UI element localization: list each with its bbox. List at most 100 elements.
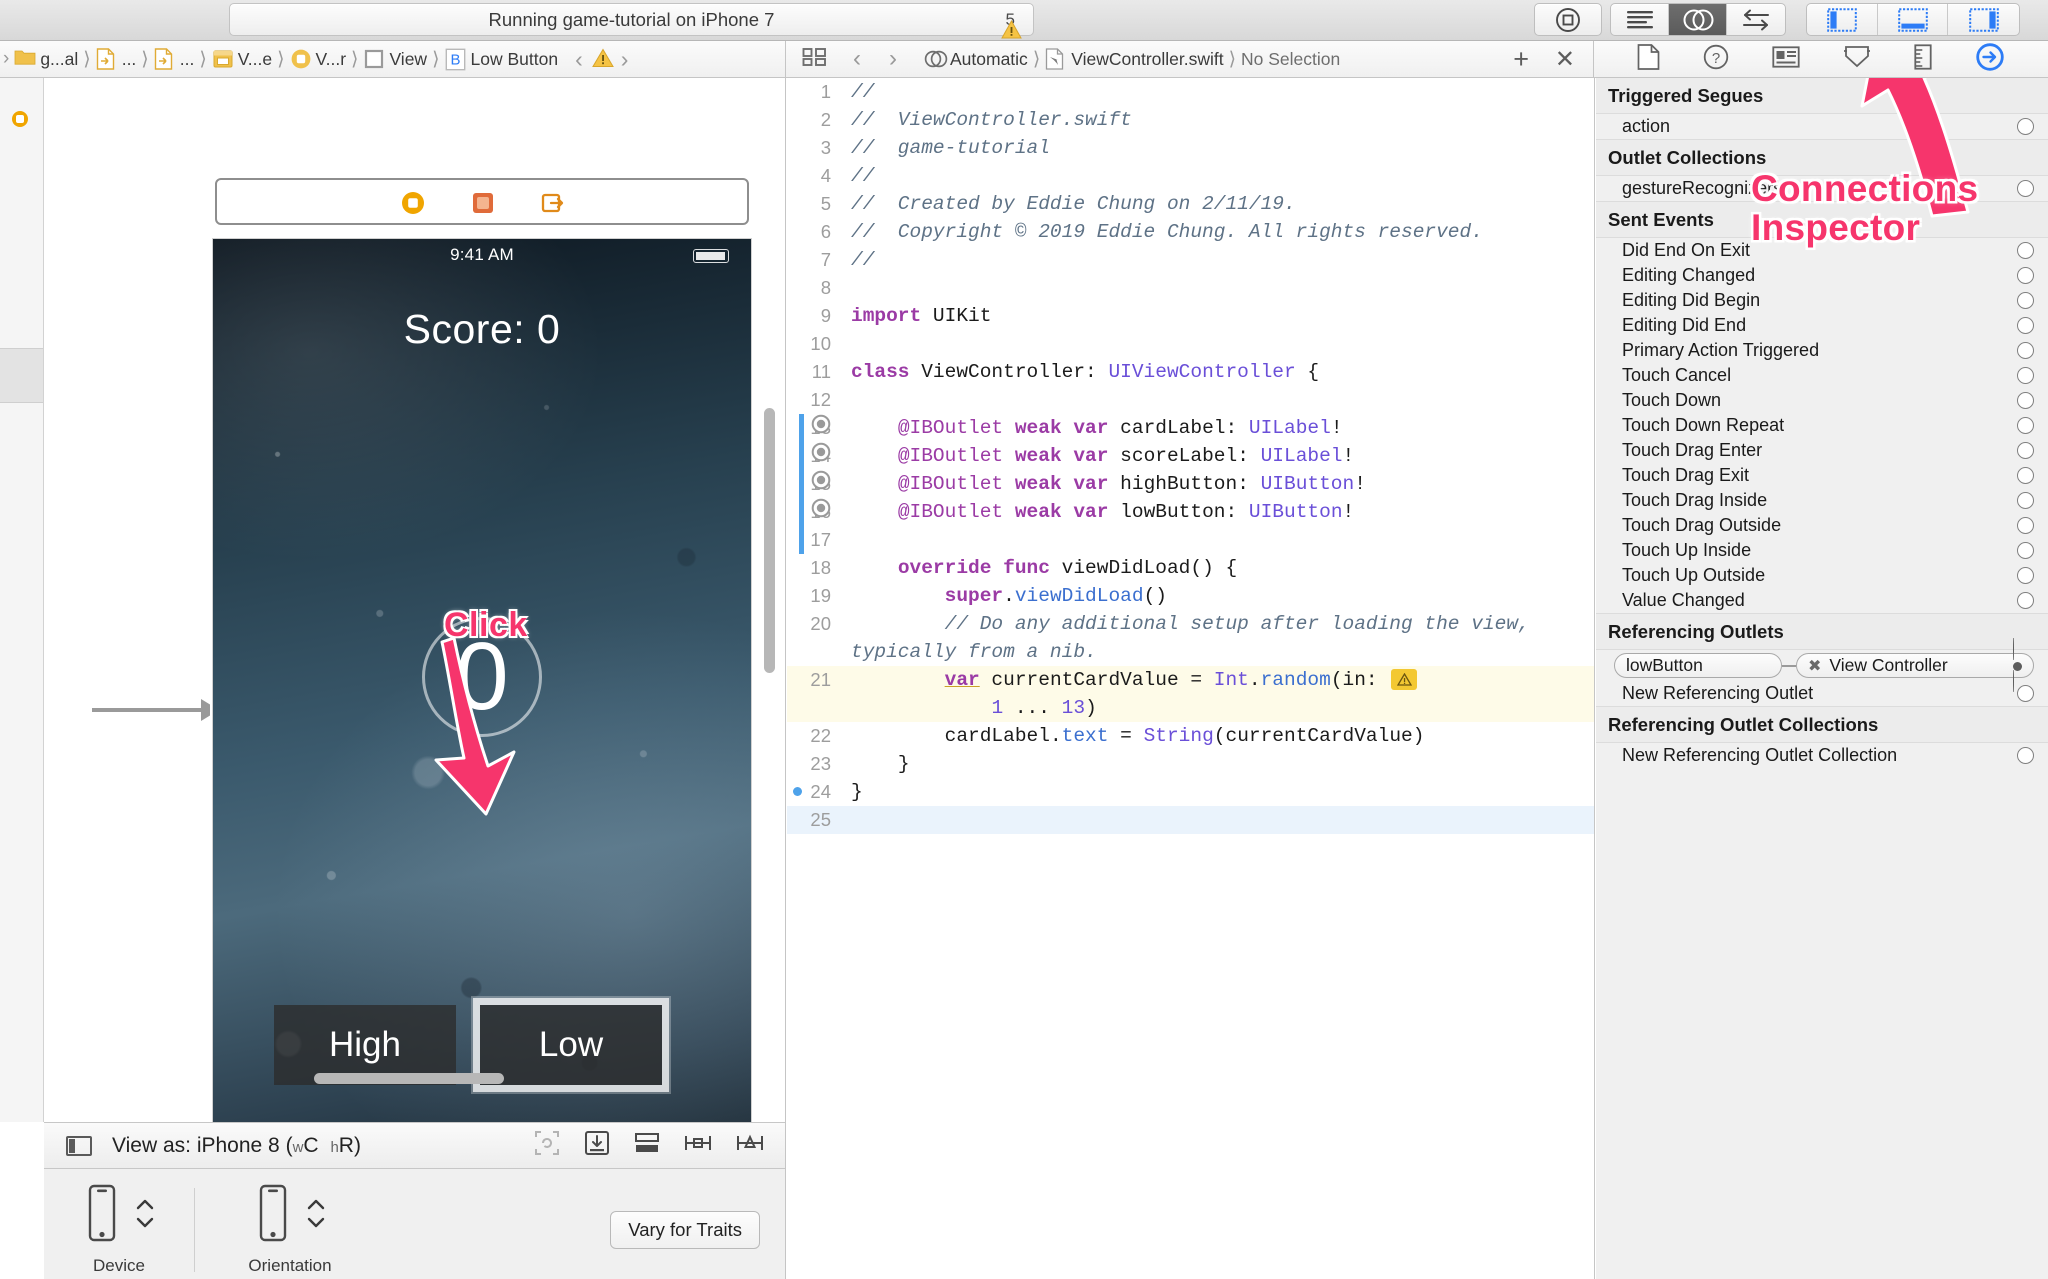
inspector-connection-row[interactable]: Touch Drag Inside (1596, 488, 2048, 513)
code-line[interactable]: 6 // Copyright © 2019 Eddie Chung. All ri… (787, 218, 1594, 246)
toggle-utilities-button[interactable] (1948, 4, 2019, 35)
connection-target-pill[interactable]: ✖ View Controller (1796, 638, 2034, 692)
inspector-connection-row[interactable]: Editing Did End (1596, 313, 2048, 338)
breadcrumb-project[interactable]: g...al (12, 48, 80, 70)
connection-socket[interactable] (2017, 442, 2034, 459)
inspector-connection-row[interactable]: Editing Did Begin (1596, 288, 2048, 313)
connection-socket[interactable] (2017, 292, 2034, 309)
breadcrumb-scene[interactable]: V...e (210, 48, 274, 70)
inspector-connection-row[interactable]: Touch Drag Enter (1596, 438, 2048, 463)
inspector-connection-row[interactable]: Value Changed (1596, 588, 2048, 613)
first-responder-icon[interactable] (470, 190, 494, 214)
connection-socket[interactable] (2017, 180, 2034, 197)
code-line[interactable]: 16 @IBOutlet weak var lowButton: UIButto… (787, 498, 1594, 526)
inspector-connection-row[interactable]: Touch Drag Outside (1596, 513, 2048, 538)
code-line[interactable]: 8 (787, 274, 1594, 302)
code-editor[interactable]: 1 // 2 // ViewController.swift 3 // game-tuto… (787, 78, 1595, 1279)
breadcrumb-storyboard-2[interactable]: ... (152, 48, 197, 70)
connection-socket[interactable] (2017, 267, 2034, 284)
connection-socket[interactable] (2017, 417, 2034, 434)
connection-socket[interactable] (2017, 567, 2034, 584)
vary-for-traits-button[interactable]: Vary for Traits (610, 1211, 760, 1249)
inspector-connection-row[interactable]: Touch Drag Exit (1596, 463, 2048, 488)
editor-back-button[interactable]: ‹ (850, 45, 864, 73)
connections-inspector-icon[interactable] (1975, 42, 2005, 77)
connection-socket[interactable] (2017, 317, 2034, 334)
breadcrumb-automatic[interactable]: Automatic (922, 48, 1030, 70)
orientation-stepper[interactable] (307, 1199, 325, 1228)
breadcrumb-view[interactable]: View (361, 48, 429, 70)
canvas-horizontal-scrollbar[interactable] (218, 1073, 742, 1084)
outlet-connection-indicator[interactable] (811, 442, 831, 462)
code-line[interactable]: 7 // (787, 246, 1594, 274)
connection-socket[interactable] (2017, 342, 2034, 359)
inspector-connection-row[interactable]: Touch Up Outside (1596, 563, 2048, 588)
inspector-connection-row[interactable]: Primary Action Triggered (1596, 338, 2048, 363)
connection-socket[interactable] (2017, 492, 2034, 509)
breadcrumb-storyboard-1[interactable]: ... (94, 48, 139, 70)
add-editor-button[interactable]: + (1513, 44, 1529, 75)
close-editor-button[interactable]: ✕ (1555, 45, 1575, 74)
connection-socket[interactable] (2017, 685, 2034, 702)
size-inspector-icon[interactable] (1914, 43, 1932, 75)
outlet-connection-indicator[interactable] (811, 470, 831, 490)
ib-prev-button[interactable]: ‹ (572, 46, 586, 73)
inspector-connection-row[interactable]: Touch Down Repeat (1596, 413, 2048, 438)
update-frames-icon[interactable] (534, 1130, 560, 1161)
connection-socket[interactable] (2017, 392, 2034, 409)
inspector-connection-row[interactable]: Editing Changed (1596, 263, 2048, 288)
code-line[interactable]: 9 import UIKit (787, 302, 1594, 330)
breadcrumb-viewcontroller-swift[interactable]: ViewController.swift (1043, 48, 1225, 70)
view-as-label[interactable]: View as: iPhone 8 (wC hR) (112, 1134, 361, 1158)
connection-socket[interactable] (2017, 118, 2034, 135)
ib-next-button[interactable]: › (618, 46, 632, 73)
warning-indicator[interactable]: 5 (1000, 10, 1022, 38)
breadcrumb-no-selection[interactable]: No Selection (1239, 49, 1342, 70)
connection-socket[interactable] (2017, 242, 2034, 259)
code-line[interactable]: 21 var currentCardValue = Int.random(in: (787, 666, 1594, 694)
code-line[interactable]: 10 (787, 330, 1594, 358)
code-line[interactable]: 1 // (787, 78, 1594, 106)
attributes-inspector-icon[interactable] (1843, 45, 1871, 74)
view-controller-dot-icon[interactable] (400, 190, 424, 214)
align-icon[interactable] (634, 1131, 660, 1160)
inspector-connection-row[interactable]: Touch Down (1596, 388, 2048, 413)
code-line[interactable]: 5 // Created by Eddie Chung on 2/11/19. (787, 190, 1594, 218)
code-line[interactable]: 15 @IBOutlet weak var highButton: UIButt… (787, 470, 1594, 498)
breadcrumb-view-controller[interactable]: V...r (288, 48, 348, 70)
exit-icon[interactable] (540, 190, 564, 214)
code-line[interactable]: 25 (787, 806, 1594, 834)
version-editor-button[interactable] (1727, 4, 1785, 35)
inline-warning-icon[interactable] (1391, 669, 1418, 691)
inspector-connection-row[interactable]: New Referencing Outlet (1596, 681, 2048, 706)
code-line[interactable]: 2 // ViewController.swift (787, 106, 1594, 134)
inspector-connection-row[interactable]: Touch Up Inside (1596, 538, 2048, 563)
stop-button[interactable] (1535, 4, 1601, 35)
connection-socket[interactable] (2017, 517, 2034, 534)
outlet-connection-indicator[interactable] (811, 498, 831, 518)
outlet-name-pill[interactable]: lowButton (1614, 653, 1782, 678)
connection-socket[interactable] (2017, 467, 2034, 484)
scene-dock-chip-icon[interactable] (12, 111, 28, 127)
device-stepper[interactable] (136, 1199, 154, 1228)
code-line[interactable]: 20 // Do any additional setup after load… (787, 610, 1594, 666)
code-line[interactable]: 11 class ViewController: UIViewController… (787, 358, 1594, 386)
breadcrumb-low-button[interactable]: B Low Button (443, 48, 561, 71)
related-items-icon[interactable] (802, 47, 828, 72)
toggle-document-outline-button[interactable] (66, 1135, 92, 1156)
code-line[interactable]: 23 } (787, 750, 1594, 778)
outlet-connection-indicator[interactable] (811, 414, 831, 434)
standard-editor-button[interactable] (1611, 4, 1669, 35)
identity-inspector-icon[interactable] (1772, 45, 1800, 73)
code-line[interactable]: 22 cardLabel.text = String(currentCardVa… (787, 722, 1594, 750)
file-inspector-icon[interactable] (1637, 43, 1660, 75)
ib-canvas[interactable]: 9:41 AM Score: 0 0 High Low Click (44, 78, 785, 1176)
code-line[interactable]: 14 @IBOutlet weak var scoreLabel: UILabe… (787, 442, 1594, 470)
code-line[interactable]: 19 super.viewDidLoad() (787, 582, 1594, 610)
toggle-navigator-button[interactable] (1807, 4, 1878, 35)
inspector-connection-row[interactable]: Touch Cancel (1596, 363, 2048, 388)
connection-socket[interactable] (2017, 747, 2034, 764)
toggle-debug-button[interactable] (1878, 4, 1949, 35)
connection-socket[interactable] (2017, 367, 2034, 384)
code-line[interactable]: 13 @IBOutlet weak var cardLabel: UILabel… (787, 414, 1594, 442)
